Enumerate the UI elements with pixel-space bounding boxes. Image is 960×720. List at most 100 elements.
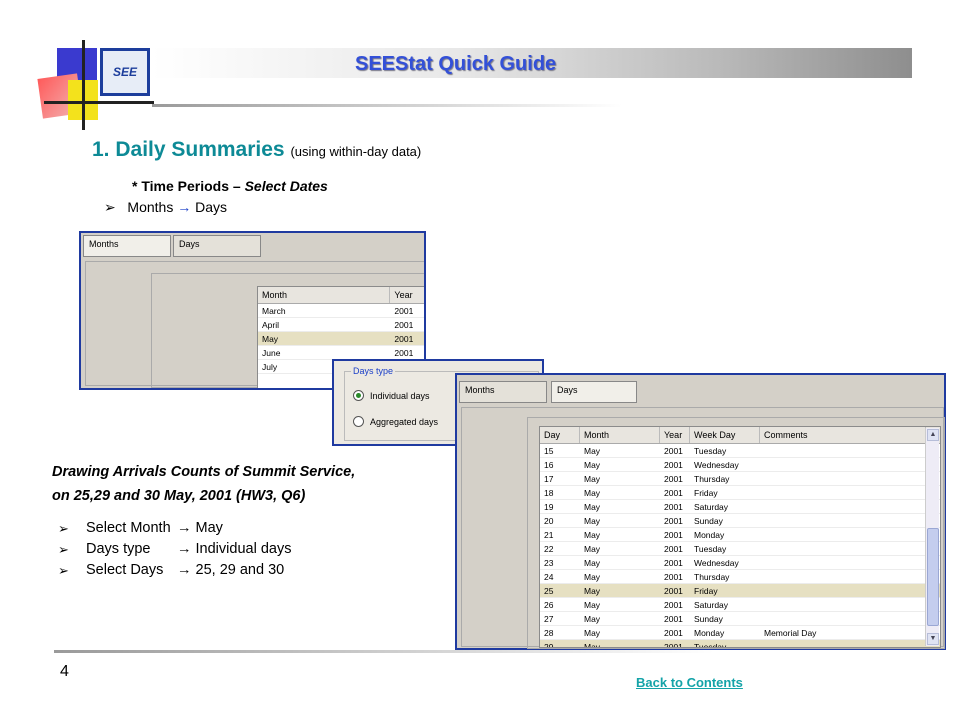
table-row[interactable]: 22 May 2001 Tuesday [540,542,940,556]
cell-week-day: Tuesday [694,445,727,456]
column-header-year[interactable]: Year [660,427,690,443]
bullet-arrow-icon: ➢ [104,199,116,215]
step-value: → 25, 29 and 30 [177,562,285,578]
cell-year: 2001 [664,501,683,512]
radio-label: Aggregated days [370,416,439,427]
column-header-week-day[interactable]: Week Day [690,427,760,443]
table-row[interactable]: 27 May 2001 Sunday [540,612,940,626]
example-description: Drawing Arrivals Counts of Summit Servic… [52,460,355,508]
cell-month: May [584,641,601,648]
cell-day: 24 [544,571,554,582]
back-to-contents-link[interactable]: Back to Contents [636,675,743,690]
cell-week-day: Tuesday [694,543,727,554]
months-table-header: Month Year [258,287,424,304]
cell-year: 2001 [664,571,683,582]
cell-year: 2001 [664,459,683,470]
decoration-horizontal-line [44,101,154,104]
cell-week-day: Saturday [694,599,729,610]
logo-text: SEE [112,65,137,79]
table-row[interactable]: 19 May 2001 Saturday [540,500,940,514]
tab-months[interactable]: Months [459,381,547,403]
radio-selected-icon[interactable] [353,390,364,401]
column-header-day[interactable]: Day [540,427,580,443]
table-row[interactable]: June 2001 [258,346,424,360]
cell-month: May [584,529,601,540]
cell-day: 18 [544,487,554,498]
cell-month: May [584,501,601,512]
cell-year: 2001 [394,319,414,330]
footer-divider [54,650,714,653]
cell-week-day: Monday [694,529,725,540]
cell-week-day: Friday [694,487,718,498]
column-header-year[interactable]: Year [390,287,424,303]
cell-week-day: Friday [694,585,718,596]
radio-label: Individual days [370,390,430,401]
cell-day: 21 [544,529,554,540]
cell-day: 15 [544,445,554,456]
cell-day: 23 [544,557,554,568]
cell-year: 2001 [664,473,683,484]
table-row[interactable]: 28 May 2001 Monday Memorial Day [540,626,940,640]
table-row[interactable]: 18 May 2001 Friday [540,486,940,500]
cell-week-day: Tuesday [694,641,727,648]
table-row[interactable]: 23 May 2001 Wednesday [540,556,940,570]
cell-week-day: Saturday [694,501,729,512]
step-value: → May [177,520,223,536]
tab-days[interactable]: Days [173,235,261,257]
section-subtitle: (using within-day data) [290,144,422,159]
cell-year: 2001 [664,585,683,596]
example-steps: Select Month → May Days type → Individua… [52,518,291,581]
cell-month: May [584,585,601,596]
table-row[interactable]: 17 May 2001 Thursday [540,472,940,486]
table-row[interactable]: 24 May 2001 Thursday [540,570,940,584]
cell-month: May [262,333,279,344]
page-title: SEEStat Quick Guide [355,53,557,75]
cell-day: 16 [544,459,554,470]
cell-week-day: Sunday [694,613,723,624]
step-item: Select Days → 25, 29 and 30 [52,560,291,581]
scroll-thumb[interactable] [927,528,939,626]
cell-year: 2001 [664,529,683,540]
right-arrow-icon: → [177,199,192,215]
table-row[interactable]: May 2001 [258,332,424,346]
tab-days[interactable]: Days [551,381,637,403]
days-table-header: Day Month Year Week Day Comments [540,427,940,444]
table-row[interactable]: 26 May 2001 Saturday [540,598,940,612]
cell-month: May [584,599,601,610]
cell-day: 25 [544,585,554,596]
cell-comment: Memorial Day [764,627,817,638]
title-divider [152,104,622,107]
table-row[interactable]: 15 May 2001 Tuesday [540,444,940,458]
days-scrollbar[interactable]: ▲ ▼ [925,428,939,646]
cell-day: 19 [544,501,554,512]
days-type-label: Days type [351,366,396,376]
table-row[interactable]: 25 May 2001 Friday [540,584,940,598]
cell-year: 2001 [394,333,414,344]
cell-day: 20 [544,515,554,526]
scroll-up-icon[interactable]: ▲ [927,429,939,441]
days-table: Day Month Year Week Day Comments 15 May 20… [539,426,941,648]
table-row[interactable]: 29 May 2001 Tuesday [540,640,940,648]
radio-unselected-icon[interactable] [353,416,364,427]
table-row[interactable]: 21 May 2001 Monday [540,528,940,542]
column-header-comments[interactable]: Comments [760,427,926,443]
cell-year: 2001 [664,613,683,624]
table-row[interactable]: April 2001 [258,318,424,332]
example-line-2: on 25,29 and 30 May, 2001 (HW3, Q6) [52,488,306,504]
table-row[interactable]: 20 May 2001 Sunday [540,514,940,528]
column-header-month[interactable]: Month [258,287,391,303]
scroll-down-icon[interactable]: ▼ [927,633,939,645]
radio-individual-days[interactable]: Individual days [353,390,430,401]
cell-month: May [584,557,601,568]
cell-week-day: Thursday [694,571,730,582]
table-row[interactable]: 16 May 2001 Wednesday [540,458,940,472]
cell-month: May [584,543,601,554]
radio-aggregated-days[interactable]: Aggregated days [353,416,438,427]
time-periods-label: * Time Periods – [132,178,245,194]
table-row[interactable]: March 2001 [258,304,424,318]
bullet-to: Days [195,199,228,215]
column-header-month[interactable]: Month [580,427,660,443]
cell-day: 22 [544,543,554,554]
days-panel: Months Days Day Month Year Week Day Comm… [455,373,946,650]
tab-months[interactable]: Months [83,235,171,257]
